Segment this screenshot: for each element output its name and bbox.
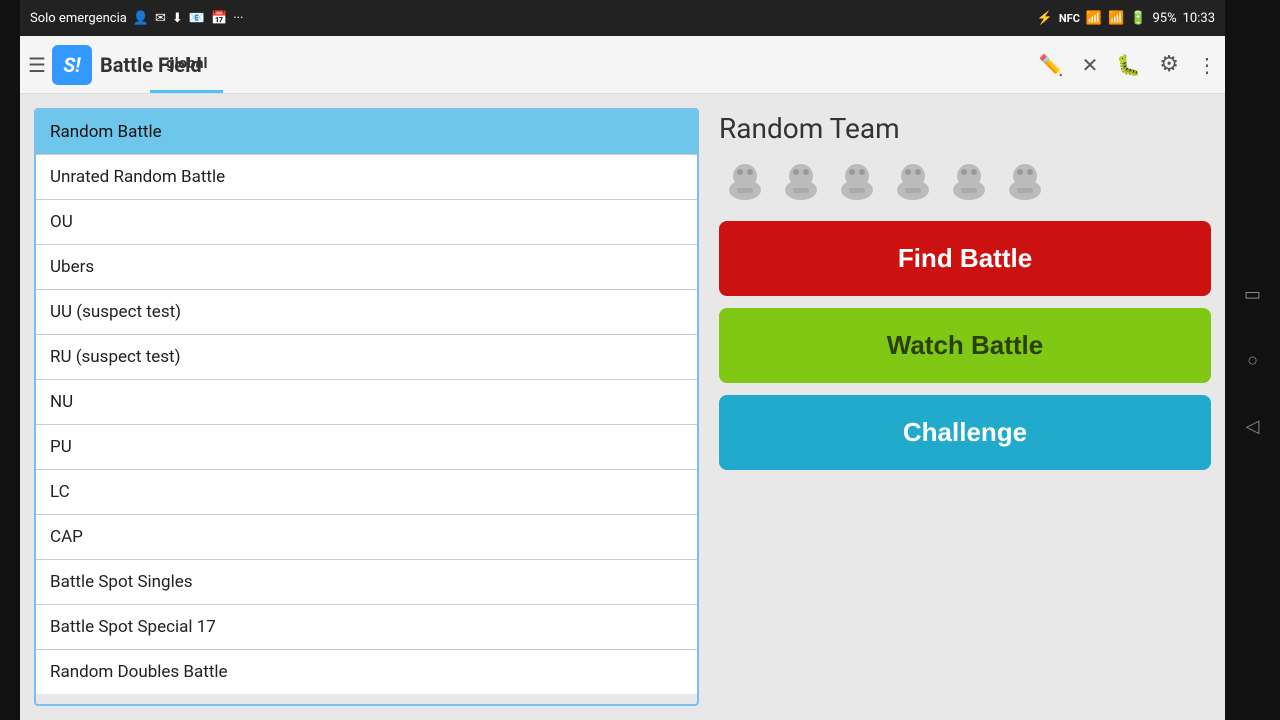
list-item[interactable]: PU xyxy=(36,425,697,470)
list-item[interactable]: Random Battle xyxy=(36,110,697,155)
right-panel: Random Team xyxy=(719,108,1211,706)
pokemon-slot-3 xyxy=(831,155,883,207)
app-bar-icons: ✏️ ✕ 🐛 ⚙ ⋮ xyxy=(1039,52,1217,77)
main-content: Random Battle Unrated Random Battle OU U… xyxy=(20,94,1225,720)
carrier-text: Solo emergencia xyxy=(30,11,127,26)
list-item[interactable]: Ubers xyxy=(36,245,697,290)
status-right: ⚡ NFC 📶 📶 🔋 95% 10:33 xyxy=(1037,11,1215,26)
list-item[interactable]: LC xyxy=(36,470,697,515)
watch-battle-button[interactable]: Watch Battle xyxy=(719,308,1211,383)
list-item[interactable]: UU (suspect test) xyxy=(36,290,697,335)
close-icon[interactable]: ✕ xyxy=(1082,53,1099,77)
pokemon-slot-6 xyxy=(999,155,1051,207)
message-icon: ✉ xyxy=(155,11,166,26)
mail-icon: 📧 xyxy=(189,11,205,26)
pokeball-icon[interactable]: ⚙ xyxy=(1159,52,1179,77)
pokemon-slot-1 xyxy=(719,155,771,207)
pokemon-slot-4 xyxy=(887,155,939,207)
status-left: Solo emergencia 👤 ✉ ⬇ 📧 📅 ··· xyxy=(30,11,243,26)
recent-apps-button[interactable]: ▭ xyxy=(1240,281,1266,307)
team-section: Random Team xyxy=(719,112,1211,207)
person-icon: 👤 xyxy=(133,11,149,26)
calendar-icon: 📅 xyxy=(211,11,227,26)
pokemon-silhouette-1 xyxy=(722,160,768,202)
back-button[interactable]: ◁ xyxy=(1240,413,1266,439)
list-item[interactable]: CAP xyxy=(36,515,697,560)
bluetooth-icon: ⚡ xyxy=(1037,11,1053,26)
edit-icon[interactable]: ✏️ xyxy=(1039,53,1064,77)
list-item[interactable]: NU xyxy=(36,380,697,425)
team-title: Random Team xyxy=(719,112,1211,145)
phone-left-edge xyxy=(0,0,20,720)
more-options-icon[interactable]: ⋮ xyxy=(1197,53,1217,77)
challenge-button[interactable]: Challenge xyxy=(719,395,1211,470)
app-bar: ☰ S! Battle Field global ✏️ ✕ 🐛 ⚙ ⋮ xyxy=(20,36,1225,94)
home-button[interactable]: ○ xyxy=(1240,347,1266,373)
android-nav-bar: ▭ ○ ◁ xyxy=(1225,0,1280,720)
pokemon-icons xyxy=(719,155,1211,207)
debug-icon[interactable]: 🐛 xyxy=(1116,53,1141,77)
hamburger-icon[interactable]: ☰ xyxy=(28,53,46,77)
battle-list: Random Battle Unrated Random Battle OU U… xyxy=(34,108,699,706)
download-icon: ⬇ xyxy=(172,11,183,26)
pokemon-slot-2 xyxy=(775,155,827,207)
list-item[interactable]: RU (suspect test) xyxy=(36,335,697,380)
pokemon-silhouette-3 xyxy=(834,160,880,202)
battery-percent: 95% xyxy=(1152,11,1176,26)
list-item[interactable]: Battle Spot Singles xyxy=(36,560,697,605)
list-item[interactable]: OU xyxy=(36,200,697,245)
pokemon-slot-5 xyxy=(943,155,995,207)
list-item[interactable]: Random Doubles Battle xyxy=(36,650,697,694)
signal-off-icon: 📶 xyxy=(1086,11,1102,26)
battery-icon: 🔋 xyxy=(1130,11,1146,26)
list-item[interactable]: Unrated Random Battle xyxy=(36,155,697,200)
tab-global[interactable]: global xyxy=(150,36,223,93)
list-item[interactable]: Battle Spot Special 17 xyxy=(36,605,697,650)
app-logo: S! xyxy=(52,45,92,85)
pokemon-silhouette-5 xyxy=(946,160,992,202)
app-title: Battle Field xyxy=(100,53,1039,77)
status-bar: Solo emergencia 👤 ✉ ⬇ 📧 📅 ··· ⚡ NFC 📶 📶 … xyxy=(20,0,1225,36)
pokemon-silhouette-2 xyxy=(778,160,824,202)
nfc-icon: NFC xyxy=(1059,12,1080,25)
main-screen: Solo emergencia 👤 ✉ ⬇ 📧 📅 ··· ⚡ NFC 📶 📶 … xyxy=(20,0,1225,720)
action-buttons: Find Battle Watch Battle Challenge xyxy=(719,221,1211,470)
find-battle-button[interactable]: Find Battle xyxy=(719,221,1211,296)
clock: 10:33 xyxy=(1183,11,1215,26)
pokemon-silhouette-6 xyxy=(1002,160,1048,202)
more-icon: ··· xyxy=(233,11,243,26)
pokemon-silhouette-4 xyxy=(890,160,936,202)
wifi-icon: 📶 xyxy=(1108,11,1124,26)
